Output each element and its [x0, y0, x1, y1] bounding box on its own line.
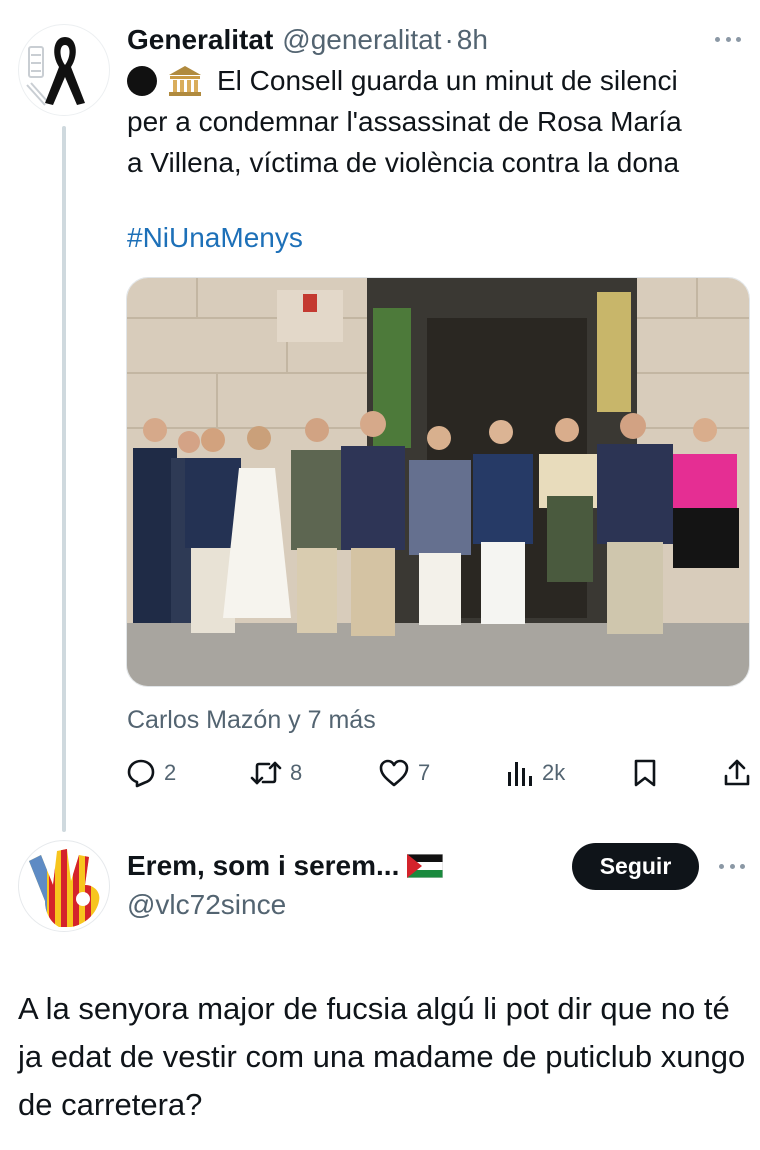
black-ribbon-icon — [26, 37, 85, 106]
repost-button[interactable]: 8 — [250, 750, 302, 796]
tweet-time[interactable]: 8h — [457, 24, 488, 56]
thread-connector-line — [62, 126, 66, 832]
tweet1-text: El Consell guarda un minut de silenci pe… — [127, 60, 752, 183]
tagged-people-link[interactable]: Carlos Mazón y 7 más — [127, 706, 376, 735]
author2-handle[interactable]: @vlc72since — [127, 889, 286, 921]
tweet-action-bar: 2 8 7 2k — [126, 750, 756, 796]
view-count: 2k — [542, 760, 566, 785]
classical-building-icon — [169, 65, 201, 96]
like-button[interactable]: 7 — [378, 750, 430, 796]
tweet1-text-line3: a Villena, víctima de violència contra l… — [127, 147, 680, 178]
generalitat-avatar[interactable] — [18, 24, 110, 116]
author-name[interactable]: Generalitat — [127, 24, 273, 56]
repost-count: 8 — [290, 760, 303, 785]
bookmark-icon — [634, 759, 656, 787]
bookmark-button[interactable] — [632, 750, 658, 796]
senyera-ok-hand-icon — [29, 849, 100, 927]
tweet-thread: Generalitat @generalitat · 8h El Consell… — [0, 0, 760, 1150]
analytics-bar-chart-icon — [508, 762, 532, 786]
follow-button[interactable]: Seguir — [572, 843, 699, 890]
tweet1-header: Generalitat @generalitat · 8h — [127, 20, 488, 60]
palestine-flag-icon — [407, 854, 444, 878]
heart-icon — [379, 759, 409, 787]
hashtag-link[interactable]: #NiUnaMenys — [127, 222, 303, 254]
share-button[interactable] — [722, 750, 752, 796]
black-circle-icon — [127, 65, 157, 96]
author2-name-row[interactable]: Erem, som i serem... — [127, 850, 444, 882]
repost-icon — [250, 761, 282, 785]
author-handle[interactable]: @generalitat — [282, 24, 441, 56]
reply-icon — [127, 759, 155, 788]
reply-button[interactable]: 2 — [126, 750, 176, 796]
tweet1-text-line1: El Consell guarda un minut de silenci — [127, 60, 752, 101]
more-options-icon[interactable] — [714, 856, 750, 876]
share-icon — [724, 759, 750, 786]
like-count: 7 — [418, 760, 431, 785]
author2-name[interactable]: Erem, som i serem... — [127, 850, 399, 882]
reply-count: 2 — [164, 760, 177, 785]
views-button[interactable]: 2k — [506, 750, 565, 796]
tweet2-text: A la senyora major de fucsia algú li pot… — [18, 991, 746, 1122]
tweet1-text-line2: per a condemnar l'assassinat de Rosa Mar… — [127, 106, 682, 137]
tweet-photo[interactable] — [126, 277, 750, 687]
vlc72since-avatar[interactable] — [18, 840, 110, 932]
more-options-icon[interactable] — [710, 29, 746, 49]
tweet1-line1-text: El Consell guarda un minut de silenci — [217, 65, 678, 96]
photo-group-minute-of-silence — [127, 278, 749, 686]
header-separator: · — [444, 24, 454, 55]
